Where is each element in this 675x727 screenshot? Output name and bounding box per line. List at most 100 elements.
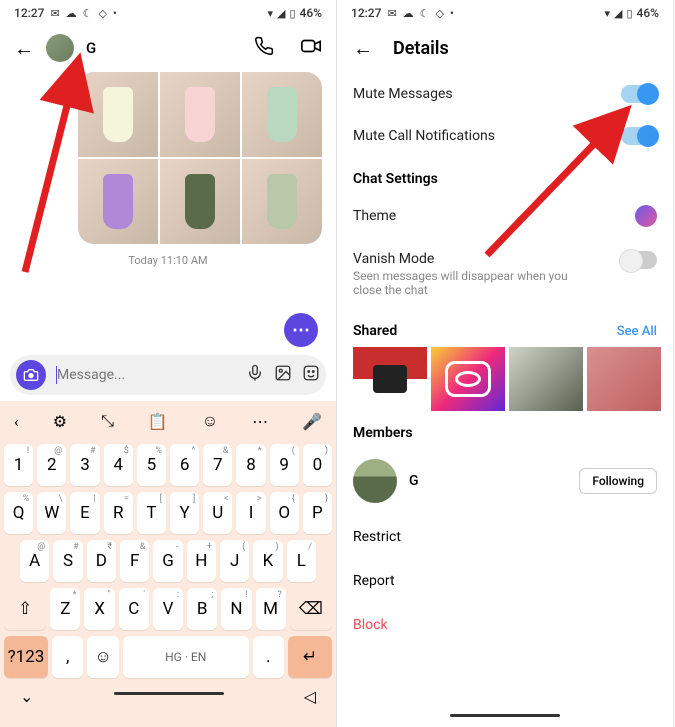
- key-T[interactable]: T[: [137, 492, 166, 534]
- key-P[interactable]: P}: [303, 492, 332, 534]
- key-3[interactable]: 3#: [70, 444, 99, 486]
- nav-back-icon[interactable]: ◁: [304, 687, 316, 706]
- mute-messages-toggle[interactable]: [621, 85, 657, 103]
- kbd-collapse-icon[interactable]: ‹: [14, 412, 19, 431]
- member-avatar: [353, 459, 397, 503]
- key-2[interactable]: 2@: [37, 444, 66, 486]
- key-O[interactable]: O{: [270, 492, 299, 534]
- key-I[interactable]: I>: [236, 492, 265, 534]
- period-key[interactable]: .: [253, 636, 284, 678]
- key-S[interactable]: S#: [53, 540, 82, 582]
- status-icon: ☁: [66, 7, 77, 20]
- key-C[interactable]: C': [119, 588, 149, 630]
- vanish-toggle[interactable]: [621, 251, 657, 269]
- key-1[interactable]: 1!: [4, 444, 33, 486]
- vanish-label: Vanish Mode: [353, 251, 621, 267]
- msg-image[interactable]: [78, 72, 158, 157]
- key-H[interactable]: H+: [187, 540, 216, 582]
- kbd-more-icon[interactable]: ⋯: [252, 412, 268, 431]
- camera-button[interactable]: [16, 360, 46, 390]
- restrict-link[interactable]: Restrict: [353, 515, 657, 559]
- msg-image[interactable]: [160, 72, 240, 157]
- key-B[interactable]: B;: [187, 588, 217, 630]
- call-icon[interactable]: [254, 36, 274, 61]
- contact-avatar[interactable]: [46, 34, 74, 62]
- key-N[interactable]: N!: [221, 588, 251, 630]
- theme-row[interactable]: Theme: [353, 193, 657, 239]
- shared-image[interactable]: [587, 347, 661, 411]
- enter-key[interactable]: ↵: [288, 636, 332, 678]
- msg-image[interactable]: [160, 159, 240, 244]
- key-0[interactable]: 0): [303, 444, 332, 486]
- backspace-key[interactable]: ⌫: [290, 588, 332, 630]
- key-7[interactable]: 7&: [203, 444, 232, 486]
- key-V[interactable]: V:: [153, 588, 183, 630]
- shared-image[interactable]: [353, 347, 427, 411]
- key-R[interactable]: R=: [104, 492, 133, 534]
- message-input-bar: [10, 355, 326, 395]
- key-9[interactable]: 9(: [270, 444, 299, 486]
- status-icon: ✉: [50, 7, 59, 20]
- wifi-icon: ▾: [267, 7, 273, 20]
- key-L[interactable]: L/: [287, 540, 316, 582]
- msg-image[interactable]: [242, 159, 322, 244]
- chat-header: ← G: [0, 24, 336, 72]
- member-row[interactable]: G Following: [353, 447, 657, 515]
- key-X[interactable]: X": [84, 588, 114, 630]
- sticker-icon[interactable]: [302, 364, 320, 387]
- home-indicator[interactable]: [450, 714, 560, 717]
- kbd-settings-icon[interactable]: ⚙: [53, 412, 67, 431]
- key-6[interactable]: 6^: [170, 444, 199, 486]
- message-input[interactable]: [56, 366, 236, 384]
- emoji-key[interactable]: ☺: [87, 636, 118, 678]
- kbd-clipboard-icon[interactable]: 📋: [148, 412, 168, 431]
- nav-down-icon[interactable]: ⌄: [20, 687, 33, 706]
- following-button[interactable]: Following: [579, 468, 657, 494]
- msg-image[interactable]: [78, 159, 158, 244]
- home-indicator[interactable]: [114, 692, 224, 695]
- options-button[interactable]: ⋯: [284, 313, 318, 347]
- see-all-link[interactable]: See All: [617, 324, 657, 339]
- gallery-icon[interactable]: [274, 364, 292, 387]
- key-J[interactable]: J(: [220, 540, 249, 582]
- key-K[interactable]: K): [253, 540, 282, 582]
- key-M[interactable]: M?: [256, 588, 286, 630]
- key-W[interactable]: W\: [37, 492, 66, 534]
- key-8[interactable]: 8*: [236, 444, 265, 486]
- key-5[interactable]: 5%: [137, 444, 166, 486]
- status-bar: 12:27 ✉ ☁ ☾ ◇ • ▾ ◢ ▯ 46%: [337, 0, 673, 24]
- key-4[interactable]: 4$: [104, 444, 133, 486]
- space-key[interactable]: HG · EN: [123, 636, 249, 678]
- kbd-resize-icon[interactable]: ⤡: [101, 411, 114, 431]
- shared-image[interactable]: [431, 347, 505, 411]
- key-F[interactable]: F&: [120, 540, 149, 582]
- message-bubble[interactable]: [0, 72, 336, 244]
- mic-icon[interactable]: [246, 364, 264, 387]
- back-button[interactable]: ←: [14, 36, 34, 61]
- mute-messages-label: Mute Messages: [353, 86, 621, 102]
- symbols-key[interactable]: ?123: [4, 636, 48, 678]
- msg-image[interactable]: [242, 72, 322, 157]
- kbd-sticker-icon[interactable]: ☺: [202, 411, 218, 431]
- member-name: G: [409, 473, 567, 489]
- key-D[interactable]: D₹: [87, 540, 116, 582]
- report-link[interactable]: Report: [353, 559, 657, 603]
- key-E[interactable]: E|: [70, 492, 99, 534]
- mute-calls-toggle[interactable]: [621, 127, 657, 145]
- key-G[interactable]: G-: [153, 540, 182, 582]
- key-U[interactable]: U<: [203, 492, 232, 534]
- key-A[interactable]: A@: [20, 540, 49, 582]
- key-Q[interactable]: Q%: [4, 492, 33, 534]
- kbd-mic-icon[interactable]: 🎤: [302, 412, 322, 431]
- back-button[interactable]: ←: [353, 36, 373, 61]
- key-Y[interactable]: Y]: [170, 492, 199, 534]
- message-input-field[interactable]: [57, 367, 236, 383]
- details-header: ← Details: [337, 24, 673, 73]
- shared-image[interactable]: [509, 347, 583, 411]
- key-Z[interactable]: Z*: [50, 588, 80, 630]
- block-link[interactable]: Block: [353, 603, 657, 647]
- shift-key[interactable]: ⇧: [4, 588, 46, 630]
- comma-key[interactable]: ,: [52, 636, 83, 678]
- contact-name-area[interactable]: G: [86, 39, 228, 57]
- video-icon[interactable]: [300, 35, 322, 62]
